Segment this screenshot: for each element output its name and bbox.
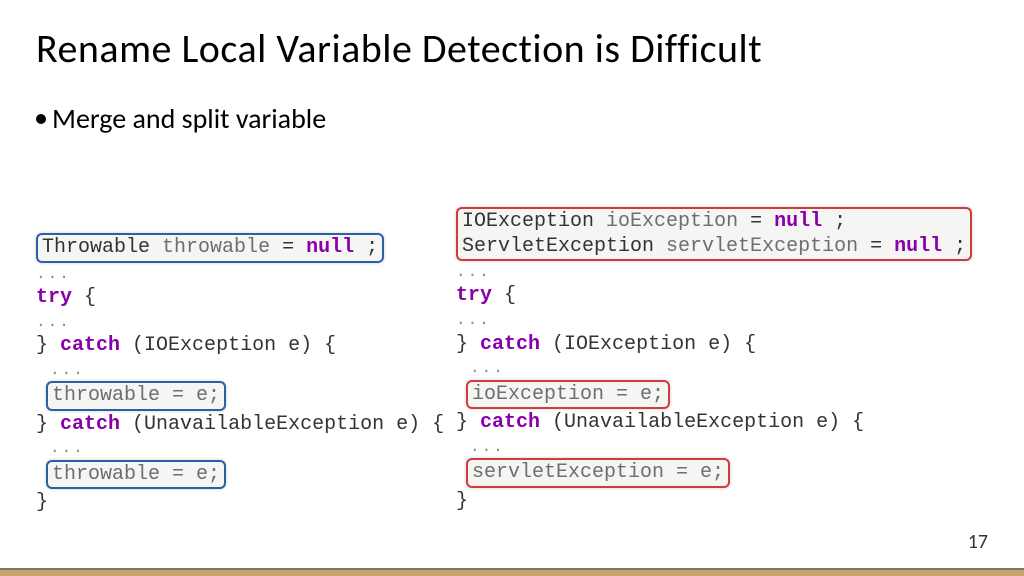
code-keyword-catch: catch xyxy=(480,411,540,434)
code-ellipsis: ... xyxy=(456,358,996,378)
bullet-icon xyxy=(36,114,46,124)
code-brace: } xyxy=(456,333,468,356)
footer-bar xyxy=(0,568,1024,576)
highlight-box-blue: Throwable throwable = null ; xyxy=(36,233,384,263)
code-ellipsis: ... xyxy=(36,264,436,284)
code-semi: ; xyxy=(834,210,846,233)
code-keyword-catch: catch xyxy=(60,334,120,357)
code-brace: } xyxy=(456,489,996,515)
highlight-box-red: ioException = e; xyxy=(466,380,670,410)
code-columns: Throwable throwable = null ; ... try { .… xyxy=(36,206,988,517)
code-semi: ; xyxy=(954,235,966,258)
code-right: IOException ioException = null ; Servlet… xyxy=(456,206,996,517)
slide-title: Rename Local Variable Detection is Diffi… xyxy=(36,24,988,73)
code-punct: = xyxy=(282,236,306,259)
highlight-box-blue: throwable = e; xyxy=(46,381,226,411)
code-catch-args: (UnavailableException e) { xyxy=(120,413,444,436)
code-ellipsis: ... xyxy=(36,312,436,332)
highlight-box-red: servletException = e; xyxy=(466,458,730,488)
code-punct: = xyxy=(750,210,774,233)
code-ellipsis: ... xyxy=(456,437,996,457)
code-keyword-null: null xyxy=(774,210,822,233)
code-left: Throwable throwable = null ; ... try { .… xyxy=(36,232,436,517)
code-ident: ioException xyxy=(606,210,738,233)
bullet-item: Merge and split variable xyxy=(36,101,988,136)
code-keyword-try: try xyxy=(36,286,72,309)
code-brace: } xyxy=(36,334,48,357)
code-ellipsis: ... xyxy=(456,310,996,330)
highlight-box-blue: throwable = e; xyxy=(46,460,226,490)
code-punct: = xyxy=(870,235,894,258)
code-catch-args: (UnavailableException e) { xyxy=(540,411,864,434)
code-keyword-try: try xyxy=(456,284,492,307)
code-ident: servletException xyxy=(666,235,858,258)
code-brace: } xyxy=(36,413,48,436)
code-ellipsis: ... xyxy=(456,262,996,282)
code-catch-args: (IOException e) { xyxy=(120,334,336,357)
code-type: Throwable xyxy=(42,236,150,259)
highlight-box-red: IOException ioException = null ; Servlet… xyxy=(456,207,972,261)
code-ellipsis: ... xyxy=(36,360,436,380)
code-catch-args: (IOException e) { xyxy=(540,333,756,356)
code-type: ServletException xyxy=(462,235,654,258)
code-keyword-null: null xyxy=(894,235,942,258)
code-type: IOException xyxy=(462,210,594,233)
code-keyword-catch: catch xyxy=(60,413,120,436)
code-ident: throwable xyxy=(162,236,270,259)
code-keyword-null: null xyxy=(306,236,354,259)
code-brace: } xyxy=(456,411,468,434)
bullet-text: Merge and split variable xyxy=(52,101,326,136)
code-ellipsis: ... xyxy=(36,438,436,458)
slide: Rename Local Variable Detection is Diffi… xyxy=(0,0,1024,576)
code-brace: { xyxy=(492,284,516,307)
code-keyword-catch: catch xyxy=(480,333,540,356)
code-brace: } xyxy=(36,490,436,516)
code-brace: { xyxy=(72,286,96,309)
page-number: 17 xyxy=(968,530,988,554)
code-semi: ; xyxy=(366,236,378,259)
